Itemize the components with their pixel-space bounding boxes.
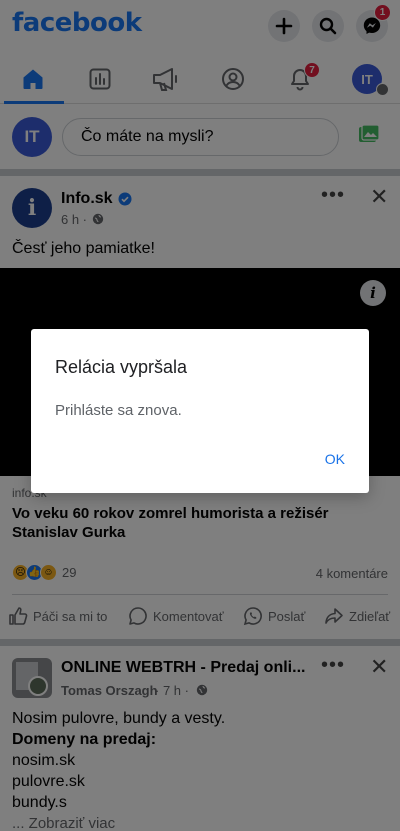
- dialog-title: Relácia vypršala: [55, 357, 188, 377]
- dialog-message: Prihláste sa znova.: [55, 402, 182, 419]
- session-expired-dialog: Relácia vypršala Prihláste sa znova. OK: [31, 329, 369, 493]
- ok-button[interactable]: OK: [325, 451, 345, 467]
